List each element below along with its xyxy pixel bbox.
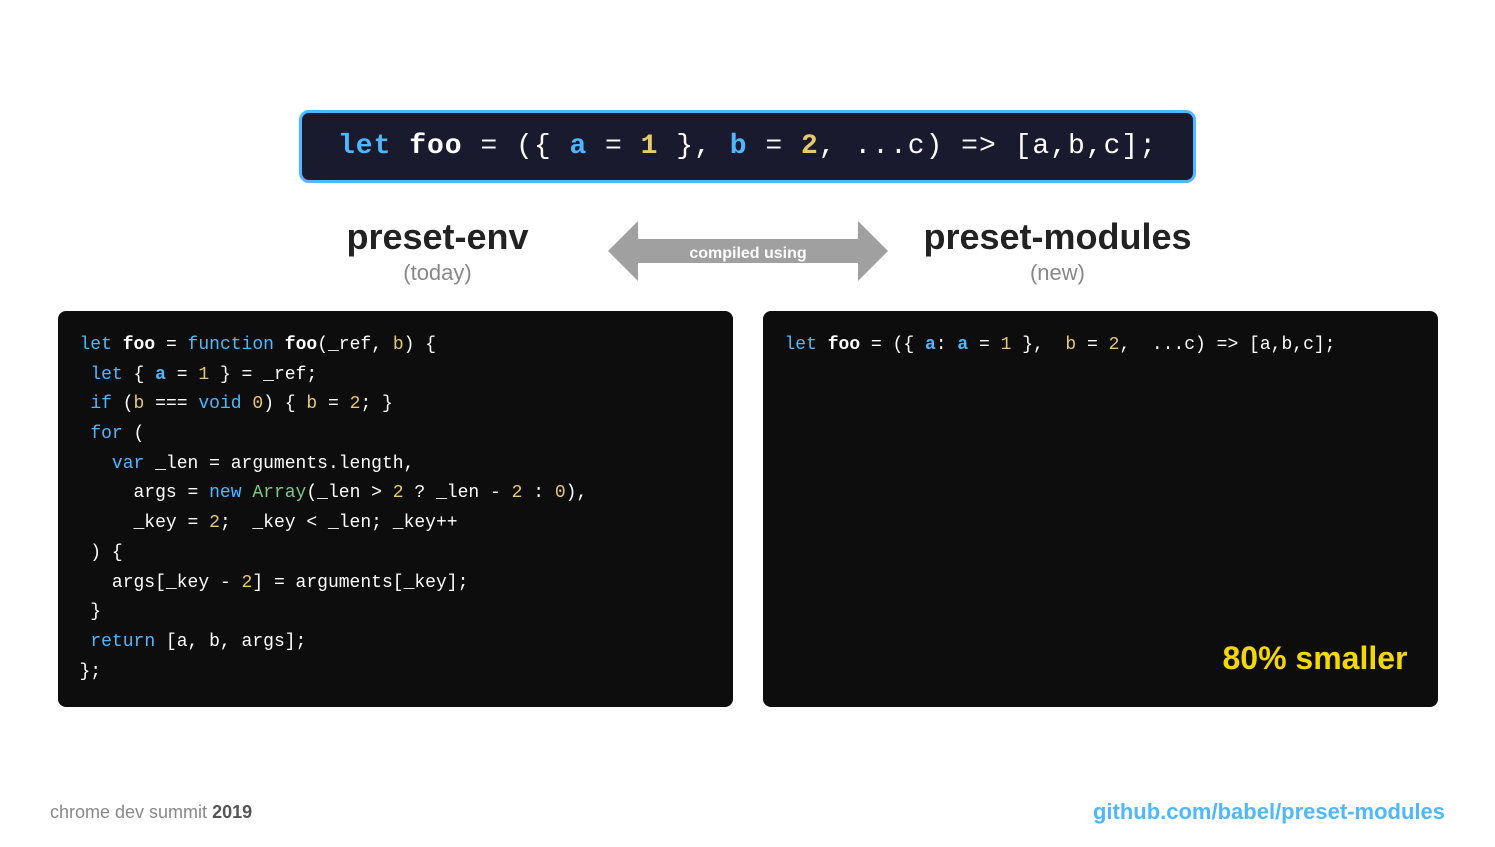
- code-line-10: }: [80, 598, 711, 628]
- compiled-using-arrow: compiled using: [608, 211, 888, 291]
- code-line-11: return [a, b, args];: [80, 628, 711, 658]
- code-line-8: ) {: [80, 539, 711, 569]
- arrow-container: compiled using: [608, 211, 888, 291]
- preset-env-sub: (today): [403, 260, 471, 286]
- code-keyword-let: let: [338, 131, 409, 162]
- preset-modules-name: preset-modules: [923, 216, 1191, 258]
- right-code-panel: let foo = ({ a: a = 1 }, b = 2, ...c) =>…: [763, 311, 1438, 707]
- code-panels: let foo = function foo(_ref, b) { let { …: [58, 311, 1438, 707]
- code-line-1: let foo = function foo(_ref, b) {: [80, 331, 711, 361]
- left-code-panel: let foo = function foo(_ref, b) { let { …: [58, 311, 733, 707]
- code-line-9: args[_key - 2] = arguments[_key];: [80, 569, 711, 599]
- code-line-6: args = new Array(_len > 2 ? _len - 2 : 0…: [80, 479, 711, 509]
- code-line-3: if (b === void 0) { b = 2; }: [80, 390, 711, 420]
- footer-link: github.com/babel/preset-modules: [1093, 799, 1445, 825]
- svg-text:compiled using: compiled using: [689, 245, 806, 262]
- footer: chrome dev summit 2019 github.com/babel/…: [0, 799, 1495, 825]
- smaller-label: 80% smaller: [1222, 632, 1407, 685]
- footer-year: 2019: [212, 802, 252, 822]
- preset-env-name: preset-env: [346, 216, 528, 258]
- preset-modules-sub: (new): [1030, 260, 1085, 286]
- code-line-5: var _len = arguments.length,: [80, 450, 711, 480]
- code-line-12: };: [80, 658, 711, 688]
- footer-event-name: chrome dev summit: [50, 802, 207, 822]
- footer-left: chrome dev summit 2019: [50, 802, 252, 823]
- preset-env-label: preset-env (today): [268, 216, 608, 286]
- top-code-box: let foo = ({ a = 1 }, b = 2, ...c) => [a…: [299, 110, 1196, 183]
- preset-modules-label: preset-modules (new): [888, 216, 1228, 286]
- code-line-7: _key = 2; _key < _len; _key++: [80, 509, 711, 539]
- slide: let foo = ({ a = 1 }, b = 2, ...c) => [a…: [0, 0, 1495, 847]
- middle-section: preset-env (today) compiled using preset…: [0, 211, 1495, 291]
- right-code-line-1: let foo = ({ a: a = 1 }, b = 2, ...c) =>…: [785, 331, 1416, 361]
- code-line-4: for (: [80, 420, 711, 450]
- code-line-2: let { a = 1 } = _ref;: [80, 361, 711, 391]
